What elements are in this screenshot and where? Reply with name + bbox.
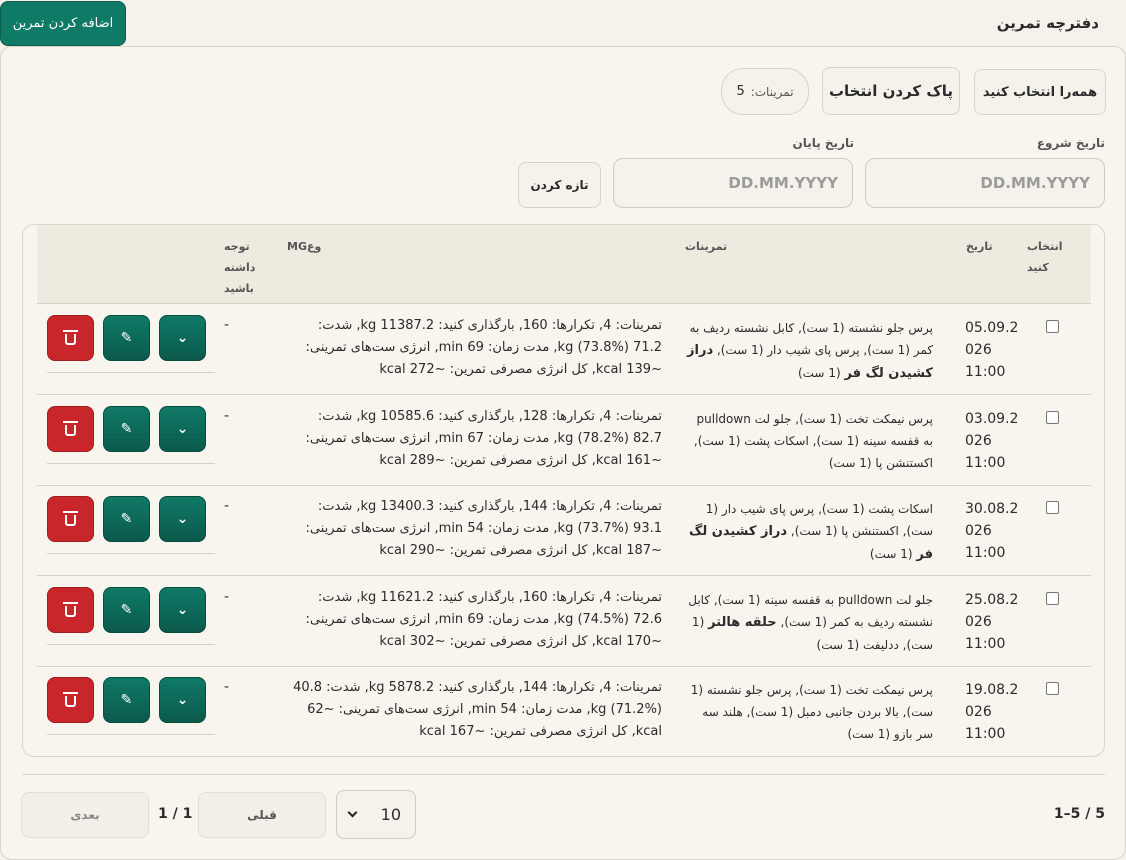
chevron-down-icon: ⌄ [176,601,189,618]
expand-row-button[interactable]: ⌄ [159,677,206,723]
select-all-button[interactable]: همه‌را انتخاب کنید [974,69,1106,115]
clear-selection-button[interactable]: پاک کردن انتخاب [822,67,960,115]
actions-divider [47,372,215,373]
th-select: انتخاب کنید [1027,240,1063,274]
actions-divider [47,734,215,735]
trash-icon [63,692,78,707]
row-date: 25.08.2 026 11:00 [965,591,1019,652]
row-exercises: پرس نیمکت تخت (1 ست), جلو لت pulldown به… [693,411,933,470]
actions-divider [47,643,215,645]
chevron-down-icon: ⌄ [176,420,189,437]
row-select-checkbox[interactable] [1046,410,1059,424]
row-note: - [224,498,230,514]
delete-row-button[interactable] [47,677,94,723]
start-date-label: تاریخ شروع [1036,136,1105,150]
delete-row-button[interactable] [47,586,94,633]
edit-row-button[interactable]: ✎ [103,405,150,452]
row-select-checkbox[interactable] [1046,501,1059,514]
pencil-icon: ✎ [120,601,133,618]
end-date-input[interactable] [613,158,853,208]
edit-row-button[interactable]: ✎ [103,315,150,361]
edit-row-button[interactable]: ✎ [103,677,150,723]
row-volume: تمرینات: 4, تکرارها: 128, بارگذاری کنید:… [305,408,662,468]
pencil-icon: ✎ [120,511,133,527]
chevron-down-icon: ⌄ [176,330,189,346]
row-note: - [224,317,230,333]
row-volume: تمرینات: 4, تکرارها: 144, بارگذاری کنید:… [293,680,662,739]
table-row: 25.08.2 026 11:00 جلو لت pulldown به قفسه… [37,576,1091,667]
expand-row-button[interactable]: ⌄ [159,315,206,361]
page-title: دفترچه تمرین [996,14,1099,32]
table-row: 03.09.2 026 11:00 پرس نیمکت تخت (1 ست), ج… [37,395,1091,486]
previous-page-button[interactable]: قبلی [198,792,326,838]
row-volume: تمرینات: 4, تکرارها: 144, بارگذاری کنید:… [305,499,662,558]
workouts-table: انتخاب کنید تاریخ تمرینات MGوع توجه داشت… [22,224,1105,757]
edit-row-button[interactable]: ✎ [103,586,150,633]
page-size-value: 10 [380,805,401,824]
row-exercises: پرس جلو نشسته (1 ست), کابل نشسته ردیف به… [687,321,933,381]
table-row: 19.08.2 026 11:00 پرس نیمکت تخت (1 ست), پ… [37,666,1091,756]
row-note: - [224,407,230,424]
chevron-down-icon: ⌄ [176,692,189,708]
expand-row-button[interactable]: ⌄ [159,496,206,542]
table-row: 05.09.2 026 11:00 پرس جلو نشسته (1 ست), ک… [37,304,1091,395]
delete-row-button[interactable] [47,315,94,361]
row-select-checkbox[interactable] [1046,591,1059,605]
trash-icon [63,511,78,526]
next-page-button[interactable]: بعدی [21,792,149,838]
actions-divider [47,462,215,464]
end-date-label: تاریخ پایان [792,136,854,150]
chevron-down-icon: ⌄ [176,511,189,527]
delete-row-button[interactable] [47,405,94,452]
page-indicator: 1 / 1 [158,806,193,822]
row-exercises: پرس نیمکت تخت (1 ست), پرس جلو نشسته (1 س… [690,683,933,741]
trash-icon [63,330,78,345]
th-date: تاریخ [966,240,993,253]
pencil-icon: ✎ [120,692,133,708]
row-volume: تمرینات: 4, تکرارها: 160, بارگذاری کنید:… [305,589,662,649]
row-exercises: اسکات پشت (1 ست), پرس پای شیب دار (1 ست)… [689,502,933,562]
count-value: 5 [736,84,745,99]
expand-row-button[interactable]: ⌄ [159,405,206,452]
row-date: 19.08.2 026 11:00 [965,682,1019,742]
table-row: 30.08.2 026 11:00 اسکات پشت (1 ست), پرس پ… [37,485,1091,576]
row-note: - [224,679,230,695]
chevron-down-icon [347,807,358,818]
workout-count-badge: تمرینات: 5 [721,68,809,115]
actions-divider [47,553,215,554]
row-exercises: جلو لت pulldown به قفسه سینه (1 ست), کاب… [688,592,933,652]
row-select-checkbox[interactable] [1046,682,1059,695]
pagination-divider [22,774,1105,775]
page-size-select[interactable]: 10 [336,790,416,839]
trash-icon [63,420,78,436]
table-header: انتخاب کنید تاریخ تمرینات MGوع توجه داشت… [37,225,1091,304]
row-select-checkbox[interactable] [1046,320,1059,333]
row-date: 30.08.2 026 11:00 [965,501,1019,561]
delete-row-button[interactable] [47,496,94,542]
add-workout-button[interactable]: اضافه کردن تمرین [0,1,126,46]
row-volume: تمرینات: 4, تکرارها: 160, بارگذاری کنید:… [305,318,662,377]
count-label: تمرینات: [750,84,794,99]
expand-row-button[interactable]: ⌄ [159,586,206,633]
row-date: 03.09.2 026 11:00 [965,410,1019,471]
edit-row-button[interactable]: ✎ [103,496,150,542]
th-volume: MGوع [287,240,322,253]
trash-icon [63,601,78,617]
start-date-input[interactable] [865,158,1105,208]
th-note: توجه داشته باشید [224,240,256,295]
row-note: - [224,588,230,605]
th-exercises: تمرینات [685,240,728,253]
row-date: 05.09.2 026 11:00 [965,320,1019,380]
pagination-range: 1–5 / 5 [1053,806,1105,822]
pencil-icon: ✎ [120,330,133,346]
refresh-button[interactable]: تازه کردن [518,162,601,208]
pencil-icon: ✎ [120,420,133,437]
